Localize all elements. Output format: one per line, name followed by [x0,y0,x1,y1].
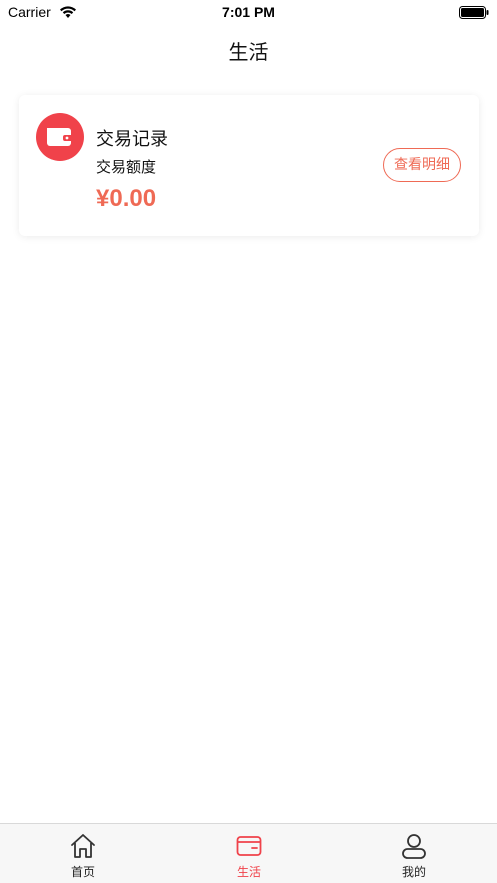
user-icon [402,834,426,859]
card-icon [236,836,262,856]
wallet-icon-badge [36,113,84,161]
transaction-amount: ¥0.00 [96,185,157,212]
card-subtitle: 交易额度 [96,158,157,176]
view-details-button[interactable]: 查看明细 [383,148,461,182]
tab-bar: 首页 生活 我的 [0,823,497,883]
status-bar: Carrier 7:01 PM [0,0,497,26]
battery-icon [459,6,489,19]
tab-life[interactable]: 生活 [189,824,309,883]
card-title: 交易记录 [96,129,168,150]
wallet-icon [47,128,73,146]
status-time: 7:01 PM [222,4,275,20]
home-icon [71,834,95,858]
transaction-card: 交易记录 交易额度 ¥0.00 查看明细 [19,95,479,236]
tab-home[interactable]: 首页 [23,824,143,883]
tab-mine[interactable]: 我的 [354,824,474,883]
tab-home-label: 首页 [70,865,95,879]
page-title: 生活 [228,40,269,64]
tab-mine-label: 我的 [401,865,426,879]
app-screen: Carrier 7:01 PM 生活 交易记录 交易额度 ¥0.00 查看明细 [0,0,497,883]
tab-life-label: 生活 [236,865,261,879]
